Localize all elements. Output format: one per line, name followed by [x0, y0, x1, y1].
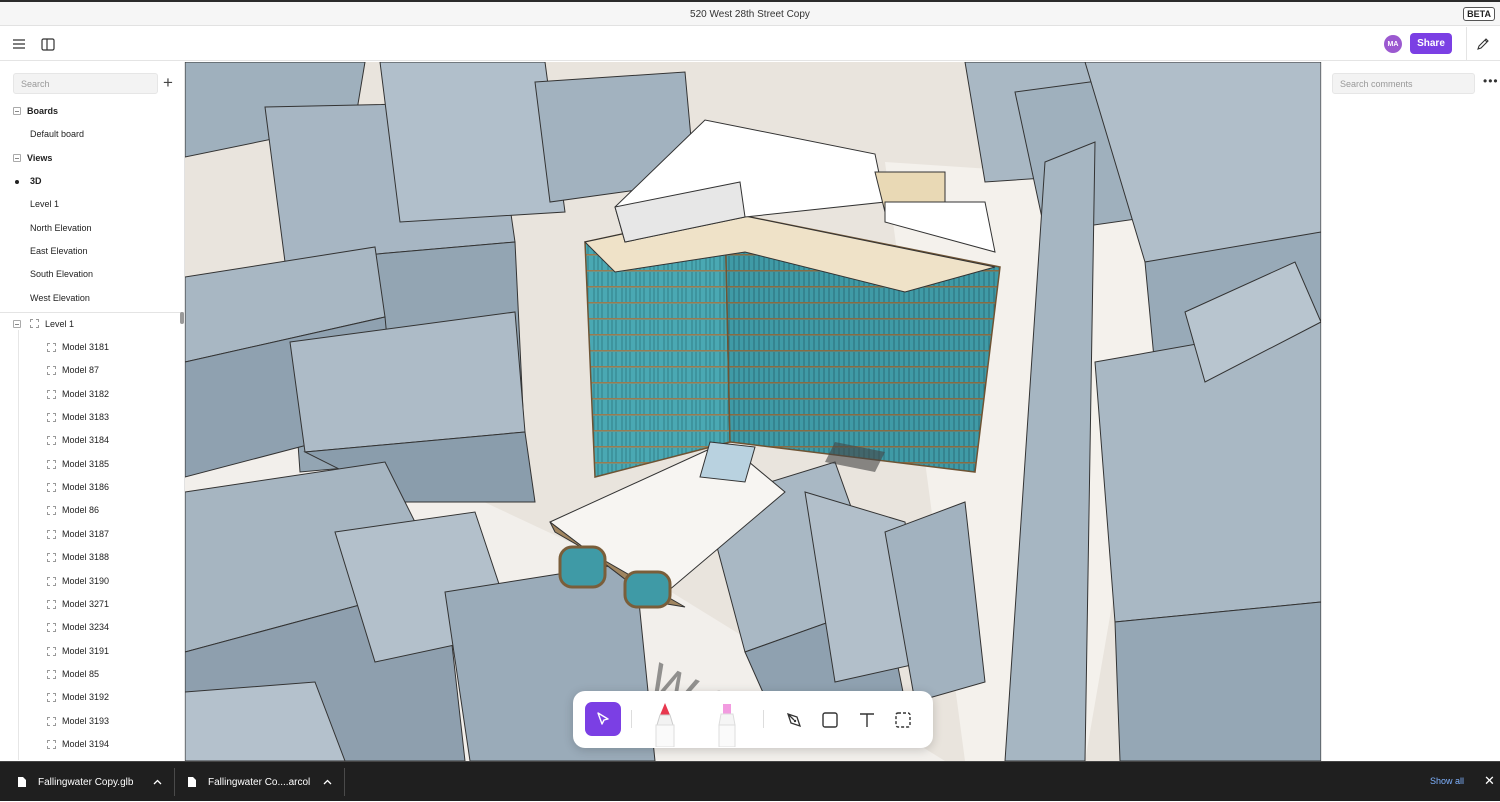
model-icon — [47, 366, 56, 376]
pen-tool-icon[interactable] — [783, 709, 805, 731]
tree-item[interactable]: Model 86 — [62, 505, 99, 523]
download-item[interactable]: Fallingwater Co....arcol — [187, 762, 332, 802]
tree-guide-line — [18, 330, 19, 760]
3d-viewport[interactable]: W 28 — [185, 62, 1321, 761]
model-icon — [47, 436, 56, 446]
tree-item[interactable]: Model 3186 — [62, 482, 109, 500]
tree-item[interactable]: Model 3194 — [62, 739, 109, 757]
view-item-east-elevation[interactable]: East Elevation — [30, 246, 88, 264]
file-icon — [18, 777, 26, 787]
window-titlebar: 520 West 28th Street Copy BETA — [0, 0, 1500, 26]
model-icon — [47, 646, 56, 656]
model-icon — [47, 506, 56, 516]
model-icon — [47, 739, 56, 749]
tree-item[interactable]: Model 3190 — [62, 576, 109, 594]
tree-item[interactable]: Model 3188 — [62, 552, 109, 570]
tree-item[interactable]: Model 3192 — [62, 692, 109, 710]
view-item-south-elevation[interactable]: South Elevation — [30, 269, 93, 287]
text-tool-icon[interactable] — [856, 709, 878, 731]
sidebar-section-views[interactable]: Views — [27, 153, 52, 171]
model-icon — [47, 553, 56, 563]
tree-item[interactable]: Model 3184 — [62, 435, 109, 453]
comments-search-input[interactable]: Search comments — [1332, 73, 1475, 94]
tool-divider — [631, 710, 632, 728]
model-icon — [47, 343, 56, 352]
share-button[interactable]: Share — [1410, 33, 1452, 54]
tree-item[interactable]: Model 87 — [62, 365, 99, 383]
model-icon — [47, 693, 56, 703]
model-icon — [47, 413, 56, 423]
window-title: 520 West 28th Street Copy — [690, 9, 810, 20]
3d-model-view[interactable]: W 28 — [185, 62, 1321, 761]
tree-item[interactable]: Model 3187 — [62, 529, 109, 547]
sidebar-divider — [0, 312, 184, 313]
collapse-level-icon[interactable] — [13, 320, 21, 328]
collapse-views-icon[interactable] — [13, 154, 21, 162]
model-icon — [47, 576, 56, 586]
model-icon — [47, 669, 56, 679]
tree-group-level-1[interactable]: Level 1 — [45, 319, 74, 337]
sidebar-search-input[interactable]: Search — [13, 73, 158, 94]
download-item[interactable]: Fallingwater Copy.glb — [17, 762, 162, 802]
avatar[interactable]: MA — [1384, 35, 1402, 53]
tree-item[interactable]: Model 3185 — [62, 459, 109, 477]
panel-toggle-icon[interactable] — [38, 34, 58, 54]
toolbar-divider — [1466, 27, 1467, 61]
collapse-boards-icon[interactable] — [13, 107, 21, 115]
area-select-tool-icon[interactable] — [892, 709, 914, 731]
chevron-up-icon[interactable] — [323, 779, 332, 785]
close-icon[interactable]: ✕ — [1484, 773, 1495, 789]
downloads-bar: Fallingwater Copy.glb Fallingwater Co...… — [0, 761, 1500, 801]
tool-divider — [763, 710, 764, 728]
download-filename: Fallingwater Co....arcol — [208, 776, 311, 788]
view-item-level-1[interactable]: Level 1 — [30, 199, 59, 217]
chevron-up-icon[interactable] — [153, 779, 162, 785]
model-icon — [47, 599, 56, 609]
model-icon — [47, 716, 56, 726]
beta-badge: BETA — [1463, 7, 1495, 21]
tree-item[interactable]: Model 3183 — [62, 412, 109, 430]
menu-icon[interactable] — [9, 34, 29, 54]
active-view-dot — [15, 180, 19, 184]
highlighter-tool-icon[interactable] — [711, 701, 743, 747]
download-filename: Fallingwater Copy.glb — [38, 776, 134, 788]
select-tool-icon[interactable] — [585, 702, 621, 736]
tree-item[interactable]: Model 3271 — [62, 599, 109, 617]
sidebar: Search + Boards Default board Views 3D L… — [0, 62, 185, 761]
markup-pen-icon[interactable] — [1473, 34, 1493, 54]
model-icon — [47, 459, 56, 469]
model-icon — [47, 389, 56, 399]
sidebar-scrollbar[interactable] — [180, 312, 184, 324]
tree-item[interactable]: Model 3182 — [62, 389, 109, 407]
tree-item[interactable]: Model 3234 — [62, 622, 109, 640]
top-toolbar: MA Share — [0, 27, 1500, 61]
download-divider — [174, 768, 175, 796]
tree-item[interactable]: Model 3181 — [62, 342, 109, 360]
tree-item[interactable]: Model 85 — [62, 669, 99, 687]
add-icon[interactable]: + — [163, 74, 173, 92]
tree-item[interactable]: Model 3191 — [62, 646, 109, 664]
marker-tool-icon[interactable] — [649, 701, 681, 747]
model-icon — [47, 623, 56, 633]
file-icon — [188, 777, 196, 787]
more-options-icon[interactable]: ••• — [1483, 74, 1499, 88]
download-divider — [344, 768, 345, 796]
comments-panel: Search comments ••• — [1321, 62, 1500, 761]
board-item-default[interactable]: Default board — [30, 129, 84, 147]
model-icon — [47, 529, 56, 539]
markup-toolbar — [573, 691, 933, 748]
model-icon — [47, 483, 56, 493]
rectangle-tool-icon[interactable] — [819, 709, 841, 731]
sidebar-section-boards[interactable]: Boards — [27, 106, 58, 124]
view-item-3d[interactable]: 3D — [30, 176, 42, 194]
tree-item[interactable]: Model 3193 — [62, 716, 109, 734]
show-all-link[interactable]: Show all — [1430, 776, 1464, 786]
group-icon — [30, 319, 39, 328]
view-item-north-elevation[interactable]: North Elevation — [30, 223, 92, 241]
view-item-west-elevation[interactable]: West Elevation — [30, 293, 90, 311]
